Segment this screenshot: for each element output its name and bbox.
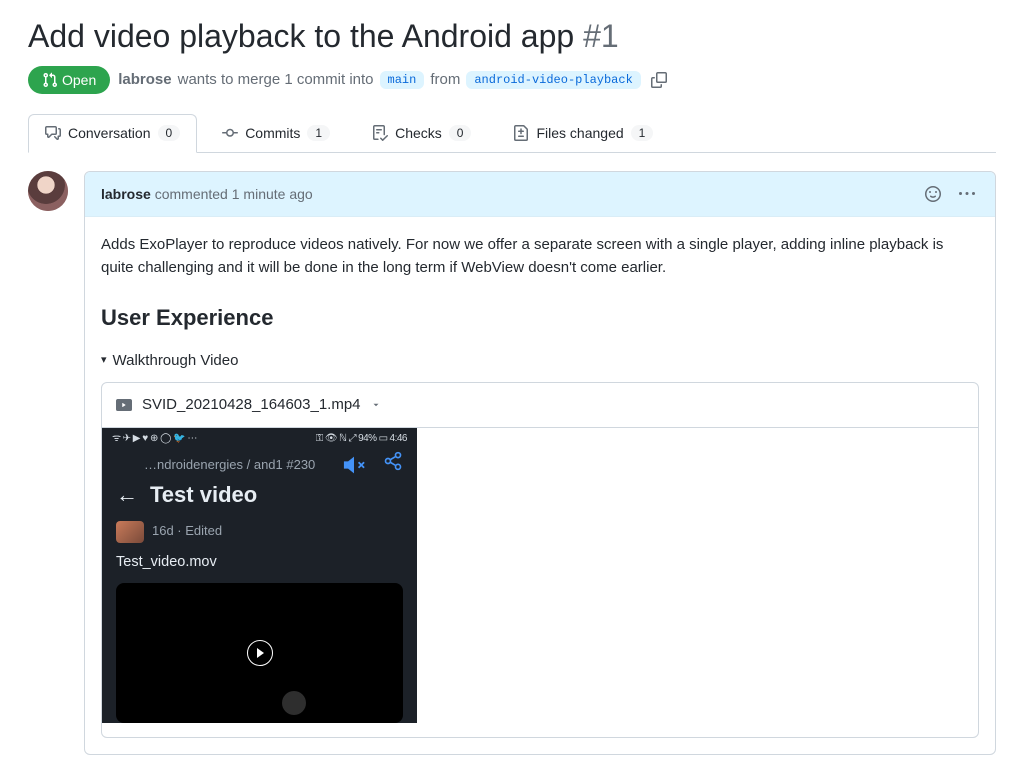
mobile-meta-text: 16d · Edited — [152, 521, 222, 541]
avatar[interactable] — [28, 171, 68, 211]
mini-avatar[interactable] — [116, 521, 144, 543]
mobile-screenshot: ᯤ ✈ ▶ ♥ ⊕ ◯ 🐦 ⋯ ⚿ 👁 ℕ ⤢ 94% ▭ 4:46 — [102, 428, 417, 723]
merge-text-1: wants to merge 1 commit into — [178, 71, 374, 88]
head-branch[interactable]: android-video-playback — [466, 71, 640, 89]
pr-meta: Open labrose wants to merge 1 commit int… — [28, 66, 996, 94]
base-branch[interactable]: main — [380, 71, 425, 89]
eye-icon: 👁 — [325, 431, 337, 447]
section-heading: User Experience — [101, 301, 979, 335]
tab-commits-label: Commits — [245, 125, 300, 141]
key-icon: ⚿ — [316, 431, 323, 447]
merge-info: labrose wants to merge 1 commit into mai… — [118, 68, 671, 92]
mobile-title: Test video — [150, 478, 403, 512]
wifi-icon: ᯤ — [112, 431, 121, 447]
pr-number: #1 — [583, 18, 619, 54]
copy-branch-button[interactable] — [647, 68, 671, 92]
mobile-actions — [343, 451, 403, 478]
chevron-down-icon — [371, 400, 381, 410]
mobile-status-bar: ᯤ ✈ ▶ ♥ ⊕ ◯ 🐦 ⋯ ⚿ 👁 ℕ ⤢ 94% ▭ 4:46 — [102, 428, 417, 450]
tab-files[interactable]: Files changed 1 — [496, 114, 670, 152]
comment-header: labrose commented 1 minute ago — [85, 172, 995, 217]
comment-box: labrose commented 1 minute ago Adds ExoP… — [84, 171, 996, 755]
mobile-filename: Test_video.mov — [102, 549, 417, 583]
play-icon — [247, 640, 273, 666]
mobile-post-meta: 16d · Edited — [102, 517, 417, 549]
video-filename: SVID_20210428_164603_1.mp4 — [142, 393, 361, 416]
rotate-icon: ⤢ — [349, 431, 357, 447]
comment-text: Adds ExoPlayer to reproduce videos nativ… — [101, 233, 979, 280]
tabs: Conversation 0 Commits 1 Checks 0 Files … — [28, 114, 996, 153]
comment-header-actions — [921, 182, 979, 206]
copy-icon — [651, 72, 667, 88]
kebab-button[interactable] — [955, 182, 979, 206]
timeline: labrose commented 1 minute ago Adds ExoP… — [28, 171, 996, 755]
video-card: SVID_20210428_164603_1.mp4 ᯤ ✈ ▶ ♥ ⊕ ◯ 🐦… — [101, 382, 979, 738]
video-card-header[interactable]: SVID_20210428_164603_1.mp4 — [102, 383, 978, 427]
share-icon[interactable] — [383, 451, 403, 478]
status-time: 4:46 — [390, 431, 407, 447]
tab-files-count: 1 — [631, 125, 654, 141]
checklist-icon — [372, 125, 388, 141]
battery-icon: ▭ — [379, 431, 388, 447]
comment-discussion-icon — [45, 125, 61, 141]
pr-title-text: Add video playback to the Android app — [28, 18, 574, 54]
comment-action: commented — [155, 186, 228, 202]
comment-author[interactable]: labrose — [101, 186, 151, 202]
git-commit-icon — [222, 125, 238, 141]
back-arrow-icon[interactable]: ← — [116, 478, 138, 512]
pr-author[interactable]: labrose — [118, 71, 171, 88]
tab-commits-count: 1 — [307, 125, 330, 141]
pr-title: Add video playback to the Android app #1 — [28, 16, 996, 58]
tab-conversation-label: Conversation — [68, 125, 151, 141]
tab-conversation[interactable]: Conversation 0 — [28, 114, 197, 153]
mobile-video-thumb[interactable] — [116, 583, 403, 723]
walkthrough-label: Walkthrough Video — [113, 349, 239, 372]
tab-files-label: Files changed — [536, 125, 623, 141]
pr-state-badge: Open — [28, 66, 110, 94]
smiley-icon — [925, 186, 941, 202]
comment-time[interactable]: 1 minute ago — [232, 186, 313, 202]
tab-conversation-count: 0 — [158, 125, 181, 141]
battery-pct: 94% — [358, 431, 377, 447]
status-icons-left: ✈ ▶ ♥ ⊕ ◯ 🐦 ⋯ — [123, 431, 197, 447]
mobile-header: …ndroidenergies / and1 #230 — [102, 449, 417, 516]
tab-commits[interactable]: Commits 1 — [205, 114, 347, 152]
mute-icon[interactable] — [343, 454, 365, 476]
merge-text-2: from — [430, 71, 460, 88]
tab-checks-count: 0 — [449, 125, 472, 141]
mobile-breadcrumb: …ndroidenergies / and1 #230 — [116, 455, 315, 475]
nfc-icon: ℕ — [339, 431, 347, 447]
kebab-icon — [959, 186, 975, 202]
comment-body: Adds ExoPlayer to reproduce videos nativ… — [85, 217, 995, 754]
touch-indicator — [282, 691, 306, 715]
tab-checks[interactable]: Checks 0 — [355, 114, 488, 152]
file-diff-icon — [513, 125, 529, 141]
git-pull-request-icon — [42, 72, 58, 88]
reaction-button[interactable] — [921, 182, 945, 206]
tab-checks-label: Checks — [395, 125, 442, 141]
comment-header-text: labrose commented 1 minute ago — [101, 186, 313, 202]
video-icon — [116, 397, 132, 413]
walkthrough-toggle[interactable]: Walkthrough Video — [101, 349, 979, 372]
pr-state-text: Open — [62, 72, 96, 88]
